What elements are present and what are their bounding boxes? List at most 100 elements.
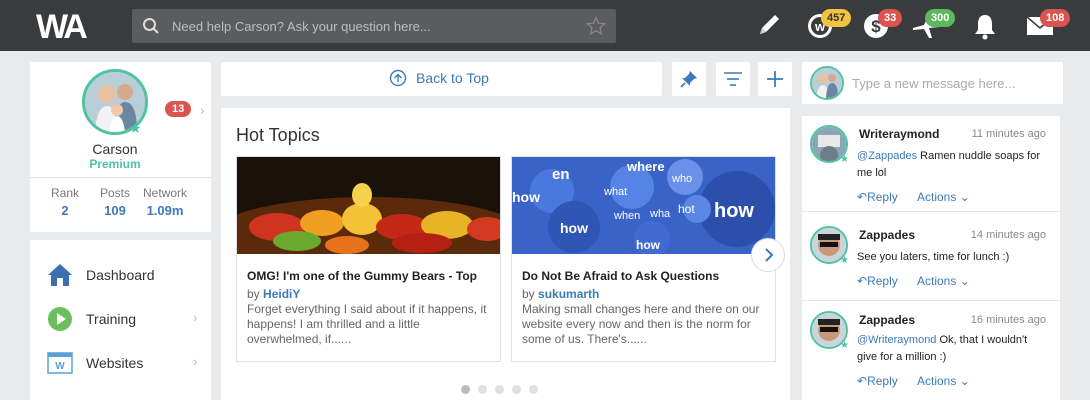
topic-excerpt: Forget everything I said about if it hap… [247,302,487,346]
reply-button[interactable]: ↶Reply [857,190,898,204]
topic-byline: by sukumarth [522,287,599,301]
question-words-image: where en who what how when wha hot how h… [512,157,775,254]
sidebar-item-websites[interactable]: W Websites › [30,343,211,383]
reply-icon: ↶ [857,190,868,204]
gummy-bears-image [237,157,500,254]
stat-posts[interactable]: Posts 109 [95,186,135,218]
sidebar-item-training[interactable]: Training › [30,299,211,339]
topic-author-link[interactable]: sukumarth [538,287,599,301]
profile-name[interactable]: Carson [30,141,200,157]
topic-author-link[interactable]: HeidiY [263,287,300,301]
topic-excerpt: Making small changes here and there on o… [522,302,760,346]
avatar [810,66,844,100]
hot-topics-panel: Hot Topics OMG! I'm one of the Gummy Bea… [221,108,790,400]
chat-feed: ★ Writeraymond 11 minutes ago @Zappades … [802,116,1060,400]
actions-dropdown[interactable]: Actions ⌄ [917,190,970,204]
topic-card[interactable]: where en who what how when wha hot how h… [511,156,776,362]
home-icon [48,264,72,286]
actions-label: Actions [917,274,957,288]
carousel-dot[interactable] [495,385,504,394]
chat-post: ★ Zappades 16 minutes ago @Writeraymond … [802,302,1060,398]
word-text: hot [678,202,695,216]
word-text: how [714,200,754,222]
search-input[interactable] [172,9,572,43]
actions-dropdown[interactable]: Actions ⌄ [917,374,970,388]
by-label: by [522,287,535,301]
divider [30,177,211,178]
topic-byline: by HeidiY [247,287,300,301]
topic-title[interactable]: Do Not Be Afraid to Ask Questions [522,269,772,283]
carousel-dot[interactable] [512,385,521,394]
message-input[interactable] [852,62,1052,104]
notification-count-badge[interactable]: 13 [165,101,192,117]
stat-label: Network [142,186,187,200]
stat-label: Rank [50,186,79,200]
new-message-box [802,62,1063,104]
family-photo [812,68,842,98]
hot-topics-title: Hot Topics [236,125,320,145]
star-icon[interactable] [586,16,606,36]
pencil-icon[interactable] [756,12,782,38]
premium-star-icon: ★ [129,120,142,136]
actions-dropdown[interactable]: Actions ⌄ [917,274,970,288]
reply-icon: ↶ [857,374,868,388]
membership-label: Premium [89,157,141,171]
plus-icon [767,71,783,87]
pin-button[interactable] [672,62,706,96]
post-author[interactable]: Zappades [859,228,915,242]
stat-value: 109 [104,203,126,218]
websites-icon: W [47,352,73,374]
premium-star-icon: ★ [840,154,849,165]
back-to-top-button[interactable]: Back to Top [221,62,662,96]
mention-link[interactable]: @Writeraymond [857,334,936,346]
word-text: who [671,173,692,185]
add-button[interactable] [758,62,792,96]
reply-button[interactable]: ↶Reply [857,274,898,288]
carousel-dot[interactable] [461,385,470,394]
chat-post: ★ Writeraymond 11 minutes ago @Zappades … [802,116,1060,212]
mention-link[interactable]: @Zappades [857,150,917,162]
play-icon [48,307,72,331]
chevron-right-icon: › [193,310,198,325]
word-text: when [613,210,640,222]
post-author[interactable]: Zappades [859,313,915,327]
back-to-top-label: Back to Top [416,70,489,86]
word-text: where [626,159,665,174]
reply-icon: ↶ [857,274,868,288]
chevron-right-icon[interactable]: › [200,102,205,118]
svg-text:WA: WA [36,8,87,44]
filter-icon [724,72,742,86]
sidebar-item-label: Dashboard [86,267,155,283]
sidebar-nav: Dashboard Training › W Websites › [30,240,211,400]
svg-text:W: W [55,361,65,372]
reply-label: Reply [867,374,898,388]
sidebar-item-dashboard[interactable]: Dashboard [30,255,211,295]
carousel-dot[interactable] [529,385,538,394]
topic-card[interactable]: OMG! I'm one of the Gummy Bears - Top by… [236,156,501,362]
word-text: how [560,220,588,236]
by-label: by [247,287,260,301]
post-author[interactable]: Writeraymond [859,127,939,141]
premium-star-icon: ★ [840,340,849,351]
post-time: 11 minutes ago [971,128,1046,140]
actions-label: Actions [917,374,957,388]
carousel-next-button[interactable] [751,238,785,272]
stat-rank: Rank 2 [50,186,80,218]
topic-title[interactable]: OMG! I'm one of the Gummy Bears - Top [247,269,497,283]
stat-network[interactable]: Network 1.09m [140,186,190,218]
carousel-dots [461,381,546,399]
search-bar[interactable] [132,9,616,43]
arrow-up-circle-icon [389,69,407,87]
actions-label: Actions [917,190,957,204]
word-text: en [552,166,570,183]
chevron-down-icon: ⌄ [959,190,970,204]
chevron-down-icon: ⌄ [959,374,970,388]
profile-card: ★ 13 › Carson Premium Rank 2 Posts 109 N… [30,62,211,232]
bell-icon[interactable] [972,12,998,40]
filter-button[interactable] [716,62,750,96]
post-text: See you laters, time for lunch :) [857,249,1047,266]
reply-button[interactable]: ↶Reply [857,374,898,388]
carousel-dot[interactable] [478,385,487,394]
wealthy-affiliate-logo[interactable]: WA [36,8,116,44]
stat-label: Posts [99,186,130,200]
